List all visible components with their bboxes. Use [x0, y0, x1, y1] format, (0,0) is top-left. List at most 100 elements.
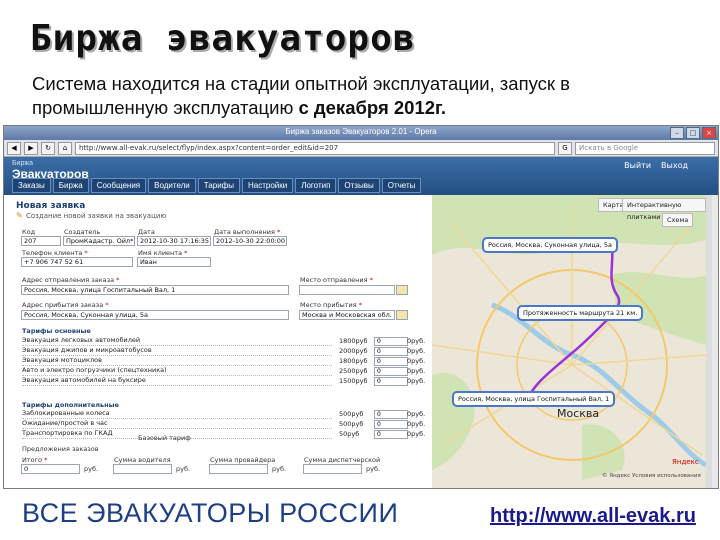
- tariff-sum: 0руб.: [407, 430, 426, 438]
- provider-sum-label: Сумма провайдера: [210, 456, 276, 464]
- date-label: Дата: [138, 228, 155, 236]
- tariff-qty-field[interactable]: 0: [374, 367, 408, 376]
- dispatcher-sum-field[interactable]: [303, 464, 362, 474]
- creator-field[interactable]: ПромКадастр. Ойл*: [63, 236, 135, 246]
- to-place-label: Место прибытия *: [300, 301, 362, 309]
- route-length-callout: Протяженность маршрута 21 км.: [517, 305, 644, 321]
- dispatcher-sum-label: Сумма диспетчерской: [304, 456, 381, 464]
- tariff-sum: 0руб.: [407, 357, 426, 365]
- tariff-name: Эвакуация мотоциклов: [22, 356, 102, 364]
- tariff-qty-field[interactable]: 0: [374, 410, 408, 419]
- tariff-row: Эвакуация автомобилей на буксире: [22, 376, 332, 386]
- from-place-label: Место отправления *: [300, 276, 373, 284]
- route-start-callout: Россия, Москва, Суконная улица, 5а: [482, 237, 618, 253]
- tariff-sum: 0руб.: [407, 347, 426, 355]
- app-content: ✎ Новая заявка Создание новой заявки на …: [4, 195, 712, 488]
- menu-drivers[interactable]: Водители: [148, 178, 196, 193]
- tariff-qty-field[interactable]: 0: [374, 357, 408, 366]
- tariffs-title: Тарифы основные: [22, 327, 91, 335]
- from-address-field[interactable]: Россия, Москва, улица Госпитальный Вал, …: [21, 285, 289, 295]
- window-titlebar: Биржа заказов Эвакуаторов 2.01 - Opera –…: [4, 126, 718, 140]
- forward-icon[interactable]: ▶: [24, 141, 38, 155]
- search-input[interactable]: Искать в Google: [575, 141, 715, 155]
- tariff-sum: 0руб.: [407, 367, 426, 375]
- total-unit: руб.: [84, 465, 99, 473]
- driver-sum-field[interactable]: [113, 464, 172, 474]
- tariff-price: 500руб: [339, 420, 364, 428]
- provider-sum-unit: руб.: [272, 465, 287, 473]
- close-icon[interactable]: ×: [702, 127, 716, 139]
- menu-messages[interactable]: Сообщения: [90, 178, 147, 193]
- menu-tariffs[interactable]: Тарифы: [197, 178, 240, 193]
- to-place-select[interactable]: Москва и Московская обл.: [299, 310, 395, 320]
- logo-line1: Биржа: [12, 160, 33, 167]
- exec-date-field[interactable]: 2012-10-30 22:00:00: [213, 236, 287, 246]
- footer-brand: ВСЕ ЭВАКУАТОРЫ РОССИИ: [22, 498, 399, 528]
- suggestions-label: Предложения заказов: [22, 445, 99, 453]
- tariff-price: 2000руб: [339, 347, 368, 355]
- client-name-field[interactable]: Иван: [137, 257, 211, 267]
- from-map-icon[interactable]: [396, 285, 408, 295]
- reload-icon[interactable]: ↻: [41, 141, 55, 155]
- menu-exchange[interactable]: Биржа: [52, 178, 89, 193]
- tariff-qty-field[interactable]: 0: [374, 347, 408, 356]
- code-field[interactable]: 207: [21, 236, 61, 246]
- tariff-price: 500руб: [339, 410, 364, 418]
- map-copyright: © Яндекс Условия использования: [602, 473, 701, 479]
- total-field[interactable]: 0: [21, 464, 80, 474]
- city-label: Москва: [557, 407, 600, 420]
- minimize-icon[interactable]: –: [670, 127, 684, 139]
- maximize-icon[interactable]: □: [686, 127, 700, 139]
- pencil-icon: ✎: [16, 211, 23, 220]
- page-scrollbar[interactable]: [706, 195, 712, 488]
- window-title: Биржа заказов Эвакуаторов 2.01 - Opera: [285, 127, 437, 136]
- yandex-logo: Яндекс: [672, 458, 699, 466]
- tariff-sum: 0руб.: [407, 410, 426, 418]
- tariff-row: Авто и электро погрузчики (спецтехника): [22, 366, 332, 376]
- menu-reports[interactable]: Отчеты: [381, 178, 422, 193]
- provider-sum-field[interactable]: [209, 464, 268, 474]
- creator-label: Создатель: [64, 228, 101, 236]
- route-tab[interactable]: Интерактивную плитками: [622, 198, 706, 221]
- code-label: Код: [22, 228, 36, 236]
- menu-reviews[interactable]: Отзывы: [338, 178, 380, 193]
- browser-window: Биржа заказов Эвакуаторов 2.01 - Opera –…: [3, 125, 719, 489]
- to-address-field[interactable]: Россия, Москва, Суконная улица, 5а: [21, 310, 289, 320]
- user-link-2[interactable]: Выход: [661, 161, 688, 170]
- from-place-select[interactable]: [299, 285, 395, 295]
- google-icon[interactable]: G: [558, 141, 572, 155]
- slide-subtitle: Система находится на стадии опытной эксп…: [32, 72, 672, 120]
- tariff-qty-field[interactable]: 0: [374, 430, 408, 439]
- menu-settings[interactable]: Настройки: [242, 178, 294, 193]
- phone-field[interactable]: +7 906 747 52 61: [21, 257, 133, 267]
- tariff-row: Заблокированные колеса: [22, 409, 332, 419]
- subtitle-bold: с декабря 2012г.: [298, 97, 447, 118]
- tariff-row: Эвакуация мотоциклов: [22, 356, 332, 366]
- date-field[interactable]: 2012-10-30 17:16:35: [137, 236, 211, 246]
- footer-link[interactable]: http://www.all-evak.ru: [490, 505, 696, 528]
- home-icon[interactable]: ⌂: [58, 141, 72, 155]
- tariff-name: Эвакуация джипов и микроавтобусов: [22, 346, 152, 354]
- to-map-icon[interactable]: [396, 310, 408, 320]
- route-map[interactable]: Карта Интерактивную плитками Схема Росси…: [432, 195, 706, 488]
- user-link-1[interactable]: Выйти: [624, 161, 651, 170]
- tariff-price: 1800руб: [339, 337, 368, 345]
- route-end-callout: Россия, Москва, улица Госпитальный Вал, …: [452, 391, 616, 407]
- menu-orders[interactable]: Заказы: [12, 178, 51, 193]
- tariff-name: Авто и электро погрузчики (спецтехника): [22, 366, 167, 374]
- back-icon[interactable]: ◀: [7, 141, 21, 155]
- slide-title: Биржа эвакуаторов: [30, 18, 416, 59]
- tariff-qty-field[interactable]: 0: [374, 420, 408, 429]
- scheme-select[interactable]: Схема: [662, 213, 694, 227]
- address-bar[interactable]: http://www.all-evak.ru/select/flyp/index…: [75, 141, 555, 155]
- from-address-label: Адрес отправления заказа *: [22, 276, 120, 284]
- tariff-name: Эвакуация автомобилей на буксире: [22, 376, 146, 384]
- tariff-price: 50руб: [339, 430, 360, 438]
- menu-logo[interactable]: Логотип: [295, 178, 337, 193]
- form-subtitle: Создание новой заявки на эвакуацию: [26, 212, 167, 220]
- base-tariff-label: Базовый тариф: [138, 434, 191, 442]
- tariff-qty-field[interactable]: 0: [374, 337, 408, 346]
- order-form: ✎ Новая заявка Создание новой заявки на …: [4, 195, 429, 488]
- tariff-qty-field[interactable]: 0: [374, 377, 408, 386]
- tariff-price: 1500руб: [339, 377, 368, 385]
